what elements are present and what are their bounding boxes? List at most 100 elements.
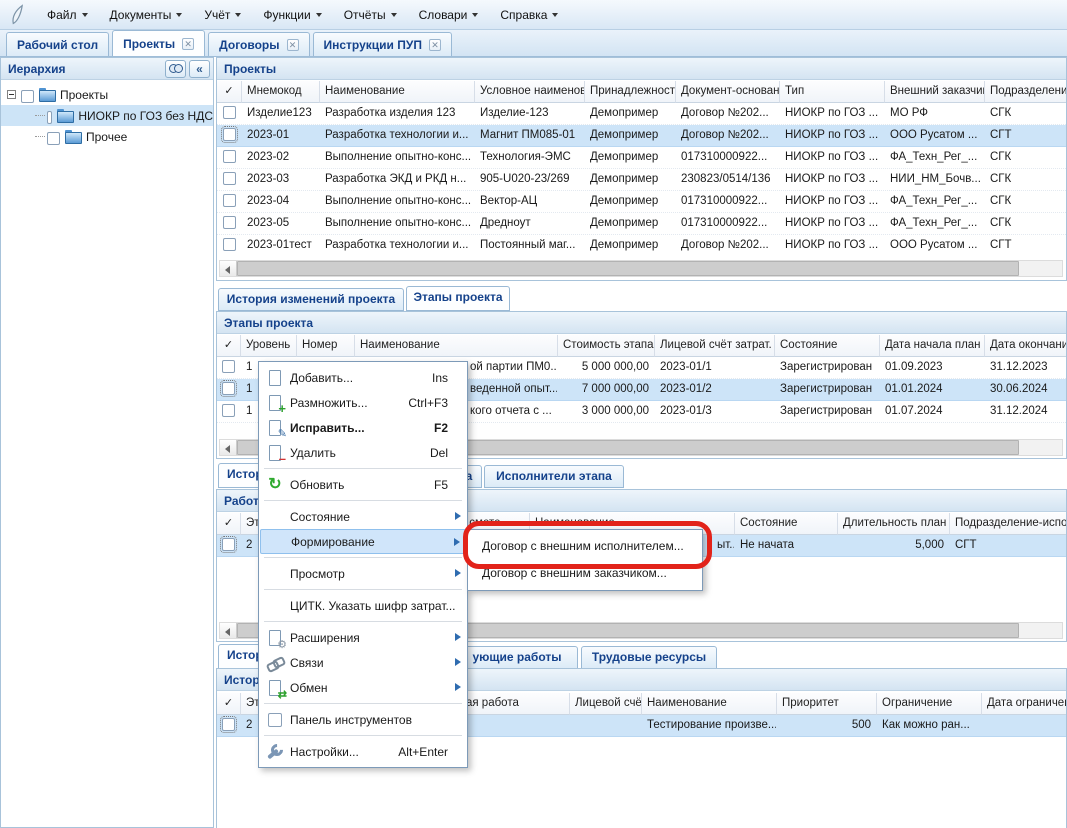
submenu-item-contract-external-executor[interactable]: Договор с внешним исполнителем... <box>470 533 700 560</box>
tab-project-stages[interactable]: Этапы проекта <box>406 286 510 311</box>
column-header[interactable]: Наименование <box>320 81 475 103</box>
row-checkbox[interactable] <box>223 150 236 163</box>
column-header[interactable]: Стоимость этапа <box>558 335 655 357</box>
column-header-label: ✓ <box>224 339 233 351</box>
context-menu-item-extensions[interactable]: Расширения <box>260 625 466 650</box>
scroll-left-button[interactable] <box>220 623 237 638</box>
menubar-item-help[interactable]: Справка <box>489 4 569 26</box>
column-header[interactable]: Дата начала план <box>880 335 985 357</box>
column-header[interactable]: Подразделение-испо <box>950 513 1066 535</box>
menubar-item-documents[interactable]: Документы <box>99 4 194 26</box>
menubar-item-file[interactable]: Файл <box>36 4 99 26</box>
table-row[interactable]: 2023-01Разработка технологии и...Магнит … <box>217 125 1066 147</box>
menubar-item-accounting[interactable]: Учёт <box>193 4 252 26</box>
row-checkbox[interactable] <box>223 194 236 207</box>
context-menu-item-citk-cost-code[interactable]: ЦИТК. Указать шифр затрат... <box>260 593 466 618</box>
row-checkbox[interactable] <box>222 538 235 551</box>
context-menu-item-edit[interactable]: Исправить...F2 <box>260 415 466 440</box>
check-column-header[interactable]: ✓ <box>217 335 241 357</box>
close-icon[interactable]: ✕ <box>182 38 194 50</box>
menubar-item-functions[interactable]: Функции <box>252 4 332 26</box>
context-menu-item-toolbar[interactable]: Панель инструментов <box>260 707 466 732</box>
tab-projects[interactable]: Проекты✕ <box>112 30 205 56</box>
column-header[interactable]: Ограничение <box>877 693 982 715</box>
context-menu-item-duplicate[interactable]: Размножить...Ctrl+F3 <box>260 390 466 415</box>
menubar-item-dictionaries[interactable]: Словари <box>408 4 490 26</box>
column-header[interactable]: Номер <box>297 335 355 357</box>
tree-item-checkbox[interactable] <box>21 90 34 103</box>
tab-preceding-works-partial[interactable]: ующие работы <box>456 646 578 669</box>
table-row[interactable]: 2023-01тестРазработка технологии и...Пос… <box>217 235 1066 256</box>
tree-item-projects-root[interactable]: Проекты <box>1 84 213 105</box>
tree-item-checkbox[interactable] <box>47 132 60 145</box>
menubar-item-reports[interactable]: Отчёты <box>333 4 408 26</box>
context-menu-item-links[interactable]: Связи <box>260 650 466 675</box>
row-checkbox[interactable] <box>222 404 235 417</box>
table-row[interactable]: 2023-05Выполнение опытно-конс...Дредноут… <box>217 213 1066 235</box>
column-header[interactable]: Лицевой счёт затрат. <box>655 335 775 357</box>
column-header[interactable]: Приоритет <box>777 693 877 715</box>
row-checkbox[interactable] <box>222 382 235 395</box>
check-column-header[interactable]: ✓ <box>217 81 242 103</box>
tree-item-niokr-goz-no-vat[interactable]: НИОКР по ГОЗ без НДС <box>1 105 213 126</box>
column-header[interactable]: Состояние <box>735 513 838 535</box>
column-header[interactable]: Уровень <box>241 335 297 357</box>
column-header[interactable]: Дата ограничени <box>982 693 1066 715</box>
row-checkbox[interactable] <box>222 718 235 731</box>
table-row[interactable]: 2023-03Разработка ЭКД и РКД н...905-U020… <box>217 169 1066 191</box>
check-column-header[interactable]: ✓ <box>217 513 241 535</box>
row-checkbox[interactable] <box>223 172 236 185</box>
scroll-left-button[interactable] <box>220 261 237 276</box>
context-menu-item-refresh[interactable]: ↻ОбновитьF5 <box>260 472 466 497</box>
tab-stage-executors[interactable]: Исполнители этапа <box>484 465 624 488</box>
column-header[interactable]: Наименование <box>642 693 777 715</box>
row-checkbox[interactable] <box>223 106 236 119</box>
context-menu-item-add[interactable]: Добавить...Ins <box>260 365 466 390</box>
scroll-thumb[interactable] <box>237 261 1019 276</box>
column-header[interactable]: Лицевой счёт затр <box>570 693 642 715</box>
row-checkbox[interactable] <box>222 360 235 373</box>
table-row[interactable]: 2023-04Выполнение опытно-конс...Вектор-А… <box>217 191 1066 213</box>
tab-desktop[interactable]: Рабочий стол <box>6 32 109 56</box>
tree-search-button[interactable] <box>165 60 186 78</box>
tab-contracts[interactable]: Договоры✕ <box>208 32 309 56</box>
column-header[interactable]: Документ-основан <box>676 81 780 103</box>
projects-horizontal-scrollbar[interactable] <box>219 260 1063 277</box>
column-header[interactable]: Дата окончани <box>985 335 1066 357</box>
scroll-left-button[interactable] <box>220 440 237 455</box>
column-header[interactable]: Принадлежность <box>585 81 676 103</box>
close-icon[interactable]: ✕ <box>287 39 299 51</box>
column-header[interactable]: Условное наименова <box>475 81 585 103</box>
context-menu-item-delete[interactable]: УдалитьDel <box>260 440 466 465</box>
table-cell: Дредноут <box>475 213 585 234</box>
tab-project-history[interactable]: История изменений проекта <box>218 288 404 311</box>
check-column-header[interactable]: ✓ <box>217 693 241 715</box>
close-icon[interactable]: ✕ <box>429 39 441 51</box>
submenu-item-contract-external-customer[interactable]: Договор с внешним заказчиком... <box>470 560 700 587</box>
column-header[interactable]: вая работа <box>455 693 570 715</box>
table-row[interactable]: Изделие123Разработка изделия 123Изделие-… <box>217 103 1066 125</box>
table-cell: 3 000 000,00 <box>558 401 655 422</box>
context-menu-item-view[interactable]: Просмотр <box>260 561 466 586</box>
row-checkbox[interactable] <box>223 216 236 229</box>
tab-labor-resources[interactable]: Трудовые ресурсы <box>581 646 717 669</box>
column-header[interactable]: Мнемокод <box>242 81 320 103</box>
column-header[interactable]: Состояние <box>775 335 880 357</box>
column-header[interactable]: Длительность план <box>838 513 950 535</box>
tree-item-checkbox[interactable] <box>47 111 52 124</box>
column-header[interactable]: Внешний заказчик <box>885 81 985 103</box>
context-menu-item-exchange[interactable]: Обмен <box>260 675 466 700</box>
column-header[interactable]: Наименование <box>355 335 558 357</box>
column-header[interactable]: Подразделение <box>985 81 1066 103</box>
context-menu-item-state[interactable]: Состояние <box>260 504 466 529</box>
tree-item-other[interactable]: Прочее <box>1 126 213 147</box>
column-header[interactable]: Тип <box>780 81 885 103</box>
row-checkbox[interactable] <box>223 238 236 251</box>
table-row[interactable]: 2023-02Выполнение опытно-конс...Технолог… <box>217 147 1066 169</box>
row-checkbox[interactable] <box>223 128 236 141</box>
tab-pup-instructions[interactable]: Инструкции ПУП✕ <box>313 32 452 56</box>
context-menu-item-formation[interactable]: Формирование <box>260 529 466 554</box>
context-menu-item-settings[interactable]: Настройки...Alt+Enter <box>260 739 466 764</box>
collapse-expander-icon[interactable] <box>7 90 16 99</box>
sidebar-collapse-button[interactable]: « <box>189 60 210 78</box>
